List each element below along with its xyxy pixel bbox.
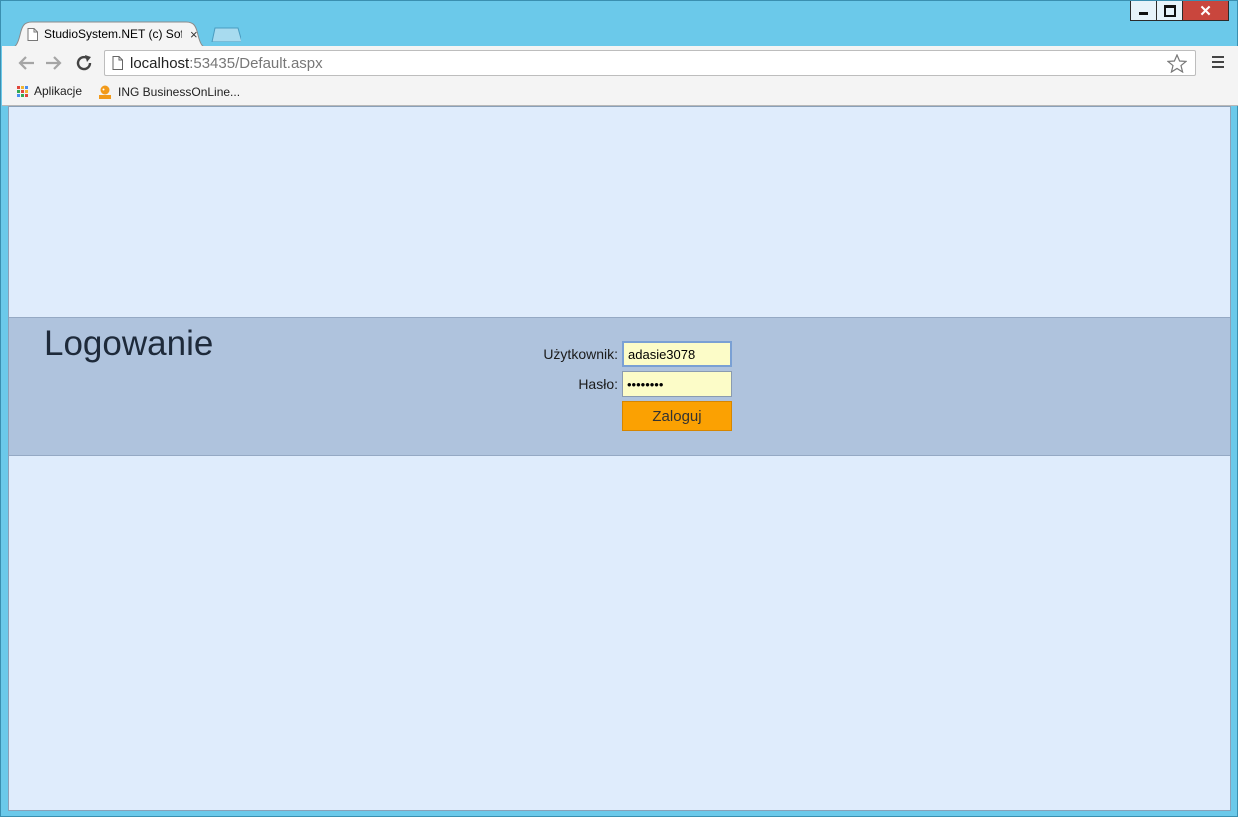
bookmark-star-icon[interactable] xyxy=(1167,54,1187,73)
login-panel: Logowanie Użytkownik: Hasło: Zaloguj xyxy=(9,317,1230,456)
url-path: :53435/Default.aspx xyxy=(189,55,323,72)
url-text: localhost:53435/Default.aspx xyxy=(130,55,323,72)
password-label: Hasło: xyxy=(578,376,618,392)
new-tab-button[interactable] xyxy=(211,27,241,42)
tab-content: StudioSystem.NET (c) Sof × xyxy=(27,25,203,43)
page-icon xyxy=(27,27,38,41)
close-icon: ✕ xyxy=(1199,2,1212,20)
bookmark-ing[interactable]: ING BusinessOnLine... xyxy=(97,84,240,100)
password-row: Hasło: xyxy=(508,371,732,397)
tab-close-icon[interactable]: × xyxy=(190,27,198,42)
minimize-icon xyxy=(1139,12,1148,15)
bookmark-label: Aplikacje xyxy=(34,84,83,98)
minimize-button[interactable] xyxy=(1130,1,1157,21)
address-bar[interactable]: localhost:53435/Default.aspx xyxy=(104,50,1196,76)
page-title: Logowanie xyxy=(44,324,214,363)
browser-toolbar: localhost:53435/Default.aspx xyxy=(2,46,1238,80)
bookmark-apps[interactable]: Aplikacje xyxy=(17,84,82,98)
apps-grid-icon xyxy=(17,85,28,97)
tab-title: StudioSystem.NET (c) Sof xyxy=(44,27,182,41)
forward-button[interactable] xyxy=(44,53,64,73)
reload-icon xyxy=(76,55,92,71)
chrome-menu-button[interactable] xyxy=(1212,56,1224,71)
window-controls: ✕ xyxy=(1130,1,1229,21)
arrow-left-icon xyxy=(18,56,34,70)
bookmark-label: ING BusinessOnLine... xyxy=(118,85,241,99)
close-window-button[interactable]: ✕ xyxy=(1182,1,1229,21)
maximize-button[interactable] xyxy=(1156,1,1183,21)
back-button[interactable] xyxy=(16,53,36,73)
browser-window: ✕ StudioSystem.NET (c) Sof × localhost:5… xyxy=(0,0,1238,817)
menu-bar-icon xyxy=(1212,61,1224,63)
username-input[interactable] xyxy=(622,341,732,367)
login-button[interactable]: Zaloguj xyxy=(622,401,732,431)
page-info-icon xyxy=(112,56,123,70)
page-viewport: Logowanie Użytkownik: Hasło: Zaloguj xyxy=(8,106,1231,811)
menu-bar-icon xyxy=(1212,66,1224,68)
bookmarks-bar: Aplikacje ING BusinessOnLine... xyxy=(2,80,1238,106)
username-row: Użytkownik: xyxy=(508,341,732,367)
arrow-right-icon xyxy=(46,56,62,70)
username-label: Użytkownik: xyxy=(543,346,618,362)
password-input[interactable] xyxy=(622,371,732,397)
maximize-icon xyxy=(1163,4,1176,17)
ing-lion-icon xyxy=(99,85,111,99)
menu-bar-icon xyxy=(1212,56,1224,58)
reload-button[interactable] xyxy=(74,53,94,73)
url-host: localhost xyxy=(130,55,190,72)
